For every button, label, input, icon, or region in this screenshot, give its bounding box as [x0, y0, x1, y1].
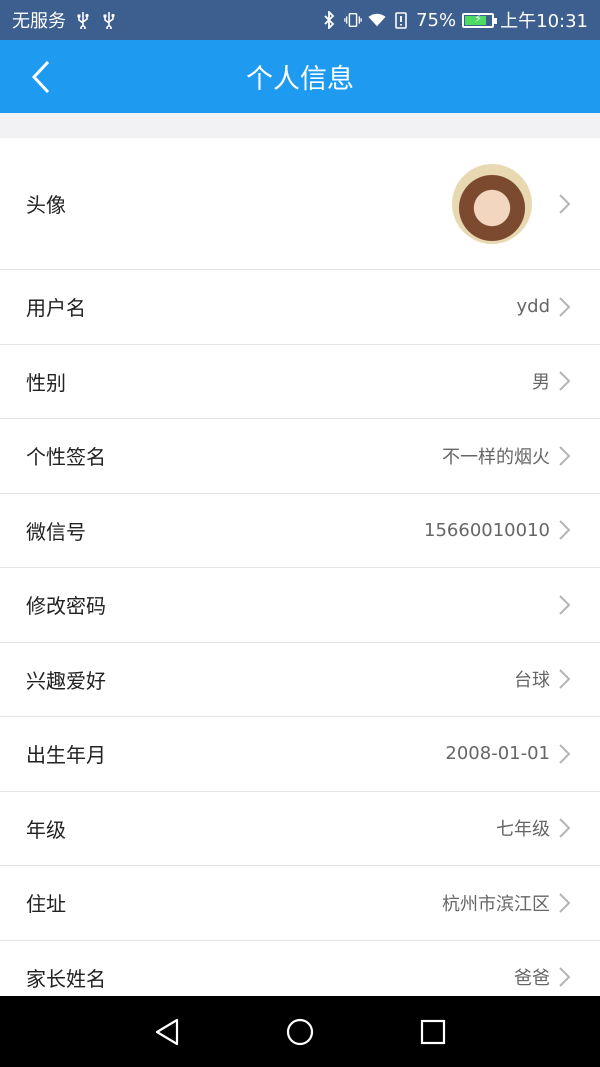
- row-grade[interactable]: 年级 七年级: [0, 790, 600, 865]
- row-value: 2008-01-01: [445, 743, 550, 765]
- recents-square-icon: [421, 1019, 446, 1044]
- clock-time: 上午10:31: [500, 11, 588, 32]
- row-value: 爸爸: [514, 968, 550, 990]
- nav-recents-button[interactable]: [411, 1010, 455, 1054]
- chevron-right-icon: [559, 595, 571, 615]
- row-label: 出生年月: [26, 743, 106, 768]
- chevron-right-icon: [559, 744, 571, 764]
- chevron-right-icon: [559, 818, 571, 838]
- row-wechat-id[interactable]: 微信号 15660010010: [0, 492, 600, 567]
- row-signature[interactable]: 个性签名 不一样的烟火: [0, 418, 600, 493]
- nav-home-button[interactable]: [278, 1010, 322, 1054]
- back-button[interactable]: [28, 58, 58, 96]
- avatar-row[interactable]: 头像: [0, 138, 600, 269]
- carrier-text: 无服务: [12, 11, 66, 32]
- page-title: 个人信息: [246, 64, 354, 95]
- row-label: 修改密码: [26, 594, 106, 619]
- row-value: 男: [532, 372, 550, 394]
- chevron-right-icon: [559, 669, 571, 689]
- row-username[interactable]: 用户名 ydd: [0, 269, 600, 344]
- system-nav-bar: [0, 996, 600, 1067]
- home-circle-icon: [286, 1018, 314, 1045]
- chevron-right-icon: [559, 297, 571, 317]
- row-value: 七年级: [496, 819, 550, 841]
- chevron-right-icon: [559, 446, 571, 466]
- back-triangle-icon: [155, 1018, 178, 1045]
- chevron-right-icon: [559, 967, 571, 987]
- chevron-left-icon: [31, 60, 50, 94]
- chevron-right-icon: [559, 193, 571, 214]
- status-bar: 无服务 75% ⚡ 上午10:31: [0, 0, 600, 40]
- app-bar: 个人信息: [0, 40, 600, 113]
- profile-list: 头像 用户名 ydd 性别 男 个性签名 不一样的烟火 微信号 15660010…: [0, 138, 600, 1014]
- chevron-right-icon: [559, 371, 571, 391]
- avatar: [452, 163, 532, 244]
- row-value: 杭州市滨江区: [442, 893, 550, 915]
- row-label: 性别: [26, 370, 66, 395]
- row-label: 用户名: [26, 296, 86, 321]
- row-label: 家长姓名: [26, 966, 106, 991]
- wifi-icon: [368, 11, 386, 29]
- row-value: ydd: [516, 296, 550, 318]
- row-label: 个性签名: [26, 445, 106, 470]
- row-label: 微信号: [26, 519, 86, 544]
- row-label: 年级: [26, 817, 66, 842]
- chevron-right-icon: [559, 520, 571, 540]
- row-value: 台球: [514, 670, 550, 692]
- usb-icon: [74, 11, 92, 29]
- row-value: 不一样的烟火: [442, 446, 550, 468]
- vibrate-icon: [344, 11, 362, 29]
- row-value: 15660010010: [424, 519, 550, 541]
- status-left: 无服务: [12, 7, 118, 33]
- bluetooth-icon: [320, 11, 338, 29]
- chevron-right-icon: [559, 893, 571, 913]
- row-label: 兴趣爱好: [26, 668, 106, 693]
- row-change-password[interactable]: 修改密码: [0, 567, 600, 642]
- row-gender[interactable]: 性别 男: [0, 343, 600, 418]
- battery-alert-icon: [392, 11, 410, 29]
- row-hobbies[interactable]: 兴趣爱好 台球: [0, 641, 600, 716]
- row-address[interactable]: 住址 杭州市滨江区: [0, 865, 600, 940]
- battery-icon: ⚡: [462, 11, 498, 28]
- status-right: 75% ⚡ 上午10:31: [320, 7, 588, 33]
- row-birth-month[interactable]: 出生年月 2008-01-01: [0, 716, 600, 791]
- usb-icon: [100, 11, 118, 29]
- nav-back-button[interactable]: [145, 1010, 189, 1054]
- avatar-label: 头像: [26, 193, 66, 217]
- battery-percent: 75%: [416, 9, 457, 31]
- row-label: 住址: [26, 892, 66, 917]
- charging-bolt-icon: ⚡: [474, 11, 482, 25]
